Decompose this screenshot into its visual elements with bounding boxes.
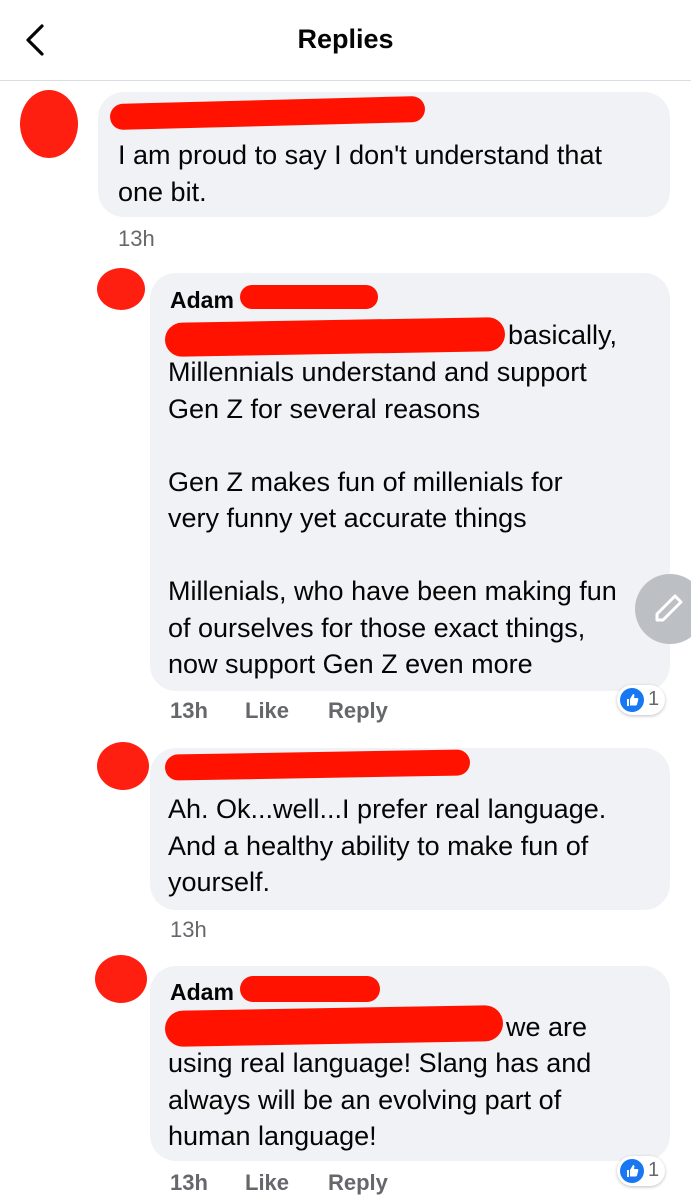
comment-timestamp: 13h bbox=[170, 698, 208, 723]
like-button[interactable]: Like bbox=[245, 698, 289, 724]
comment-author[interactable]: Adam bbox=[170, 979, 234, 1006]
reaction-badge[interactable]: 1 bbox=[617, 1156, 665, 1186]
pencil-icon bbox=[655, 594, 683, 622]
comment-text-continued: Millennials understand and support Gen Z… bbox=[168, 357, 617, 679]
redacted-mention bbox=[164, 1005, 504, 1047]
redacted-author-name bbox=[164, 749, 471, 781]
comment-text: Ah. Ok...well...I prefer real language. … bbox=[168, 794, 607, 897]
comment-text: we are bbox=[506, 1012, 588, 1042]
redacted-author-surname bbox=[240, 285, 378, 309]
reaction-count: 1 bbox=[648, 1159, 660, 1181]
comment-author[interactable]: Adam bbox=[170, 287, 234, 314]
redacted-author-surname bbox=[240, 976, 380, 1002]
reaction-count: 1 bbox=[648, 688, 660, 710]
avatar[interactable] bbox=[20, 90, 78, 158]
like-button[interactable]: Like bbox=[245, 1170, 289, 1196]
redacted-mention bbox=[164, 317, 506, 357]
comment-text: I am proud to say I don't understand tha… bbox=[118, 140, 602, 207]
avatar[interactable] bbox=[97, 742, 149, 790]
reaction-badge[interactable]: 1 bbox=[617, 685, 665, 715]
thumbs-up-icon bbox=[620, 1159, 644, 1183]
page-title: Replies bbox=[297, 24, 394, 54]
comment-text: basically, bbox=[508, 320, 618, 350]
comment-text-continued: using real language! Slang has and alway… bbox=[168, 1048, 592, 1151]
avatar[interactable] bbox=[97, 268, 145, 310]
header-bar: Replies bbox=[0, 0, 691, 81]
thumbs-up-icon bbox=[620, 688, 644, 712]
comment-timestamp: 13h bbox=[170, 917, 207, 942]
comment-timestamp: 13h bbox=[170, 1170, 208, 1195]
reply-button[interactable]: Reply bbox=[328, 698, 388, 724]
reply-button[interactable]: Reply bbox=[328, 1170, 388, 1196]
avatar[interactable] bbox=[95, 955, 147, 1003]
edit-button[interactable] bbox=[635, 574, 691, 644]
comment-timestamp: 13h bbox=[118, 226, 155, 251]
